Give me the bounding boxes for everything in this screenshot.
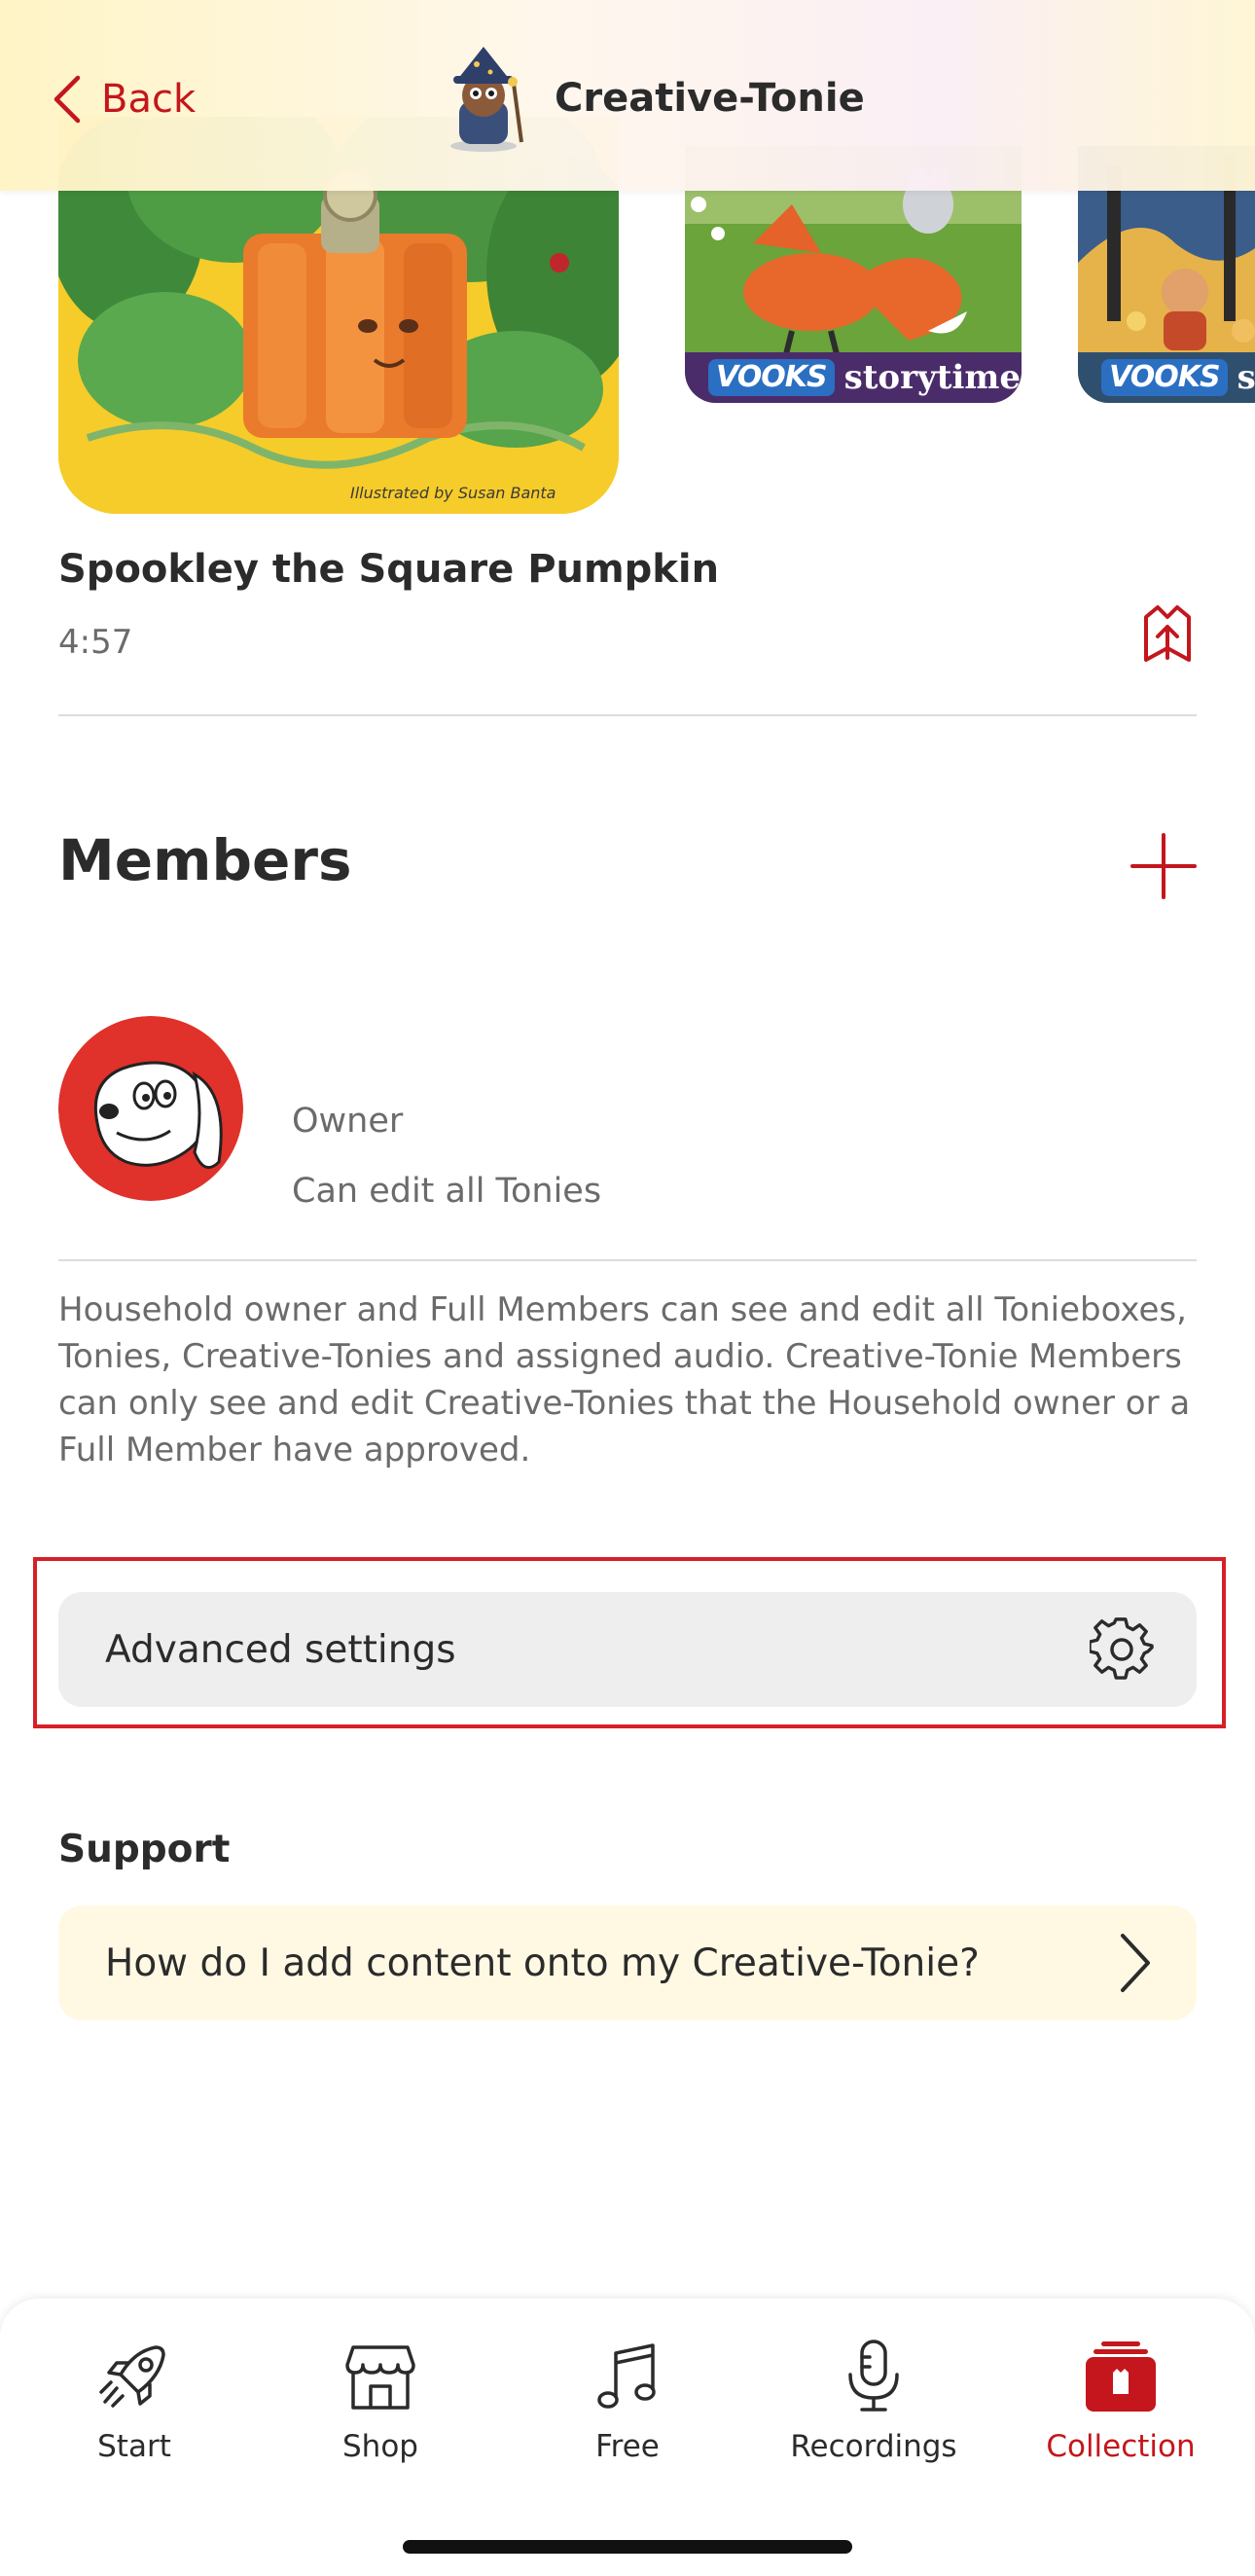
member-permission: Can edit all Tonies (292, 1172, 602, 1211)
nav-header: Back Creative-Tonie (0, 0, 1255, 191)
rocket-icon (99, 2345, 165, 2408)
vooks-storytime-label-2: sto (1237, 358, 1255, 397)
tab-shop[interactable]: Shop (264, 2338, 497, 2484)
support-heading: Support (58, 1828, 231, 1871)
divider (58, 1259, 1197, 1261)
tab-label: Collection (1046, 2429, 1196, 2464)
tab-label: Start (97, 2429, 171, 2464)
back-label: Back (101, 77, 197, 122)
track-title: Spookley the Square Pumpkin (58, 547, 720, 592)
tab-start[interactable]: Start (18, 2338, 251, 2484)
divider (58, 714, 1197, 716)
music-note-icon (597, 2343, 656, 2409)
header-title-group: Creative-Tonie (438, 45, 865, 152)
add-member-plus-icon[interactable] (1129, 831, 1199, 901)
faq-add-content-link[interactable]: How do I add content onto my Creative-To… (58, 1905, 1197, 2020)
advanced-settings-label: Advanced settings (105, 1627, 456, 1672)
tab-recordings[interactable]: Recordings (757, 2338, 990, 2484)
vooks-banner-2: VOOKS sto (1078, 352, 1255, 403)
faq-label: How do I add content onto my Creative-To… (105, 1941, 980, 1985)
tab-collection[interactable]: Collection (1004, 2338, 1237, 2484)
gear-icon (1090, 1617, 1154, 1680)
collection-icon (1086, 2341, 1156, 2412)
track-duration: 4:57 (58, 623, 133, 662)
member-role: Owner (292, 1102, 404, 1141)
tab-label: Recordings (790, 2429, 957, 2464)
chevron-left-icon (54, 75, 81, 124)
bottom-tab-bar: Start Shop Free Recordings Collection (0, 2299, 1255, 2576)
tab-label: Free (595, 2429, 660, 2464)
tab-label: Shop (342, 2429, 418, 2464)
vooks-logo: VOOKS (708, 359, 835, 396)
cover-caption: Illustrated by Susan Banta (350, 484, 556, 502)
member-avatar (58, 1016, 243, 1201)
page-title: Creative-Tonie (555, 76, 865, 121)
members-heading: Members (58, 827, 352, 893)
vooks-logo-2: VOOKS (1101, 359, 1228, 396)
dog-avatar-icon (58, 1016, 243, 1201)
tab-free[interactable]: Free (511, 2338, 744, 2484)
tonie-upload-icon[interactable] (1138, 603, 1197, 668)
home-indicator (403, 2540, 852, 2554)
store-icon (345, 2345, 415, 2410)
creative-tonie-wizard-icon (450, 47, 523, 152)
vooks-banner: VOOKS storytime (685, 352, 1022, 403)
microphone-icon (848, 2340, 899, 2412)
advanced-settings-button[interactable]: Advanced settings (58, 1592, 1197, 1707)
members-info-text: Household owner and Full Members can see… (58, 1290, 1191, 1469)
chevron-right-icon (1121, 1934, 1150, 1992)
vooks-storytime-label: storytime (843, 358, 1021, 397)
back-button[interactable]: Back (51, 70, 196, 128)
